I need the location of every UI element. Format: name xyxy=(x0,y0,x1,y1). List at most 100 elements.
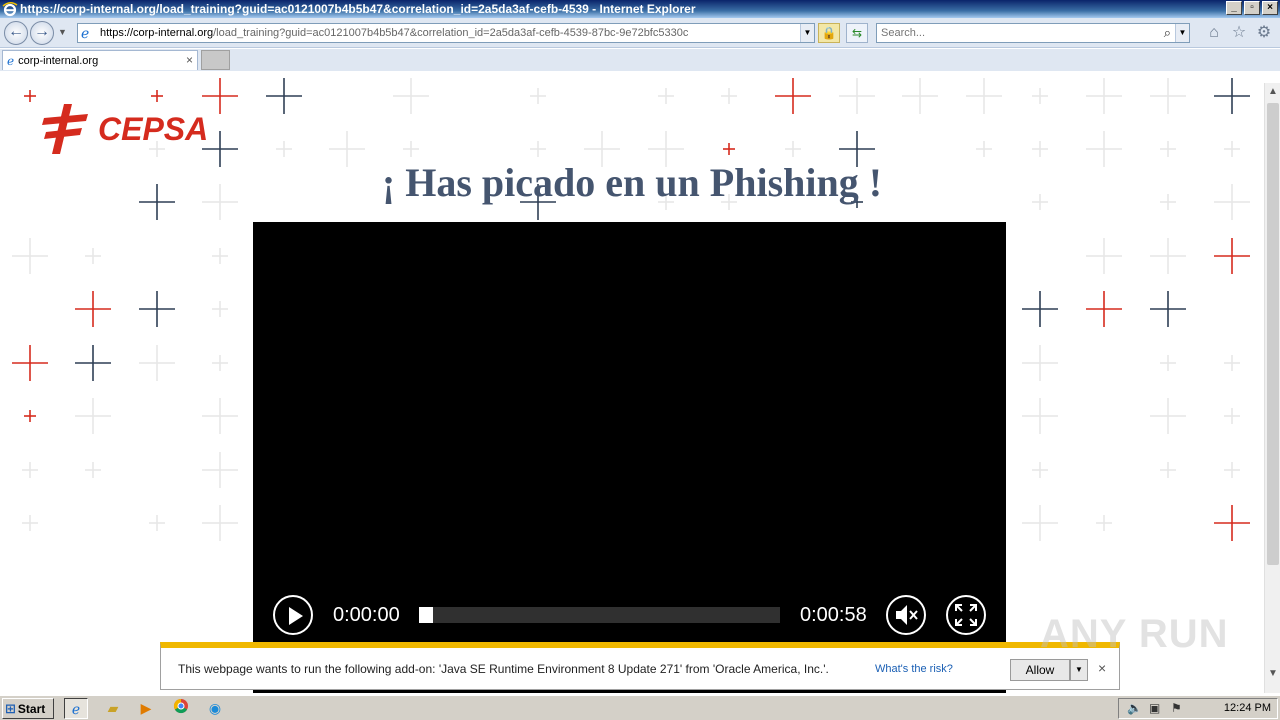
decorative-cross xyxy=(139,291,175,327)
decorative-cross xyxy=(212,355,228,371)
decorative-cross xyxy=(202,452,238,488)
decorative-cross xyxy=(12,345,48,381)
decorative-cross xyxy=(1032,88,1048,104)
decorative-cross xyxy=(1032,141,1048,157)
decorative-cross xyxy=(1022,505,1058,541)
decorative-cross xyxy=(530,88,546,104)
decorative-cross xyxy=(902,78,938,114)
favorites-star-icon[interactable]: ☆ xyxy=(1230,24,1248,42)
arrow-right-icon: → xyxy=(34,23,50,40)
decorative-cross xyxy=(403,141,419,157)
decorative-cross xyxy=(1096,515,1112,531)
decorative-cross xyxy=(75,345,111,381)
scroll-up-icon[interactable]: ▲ xyxy=(1265,83,1280,101)
page-content: CEPSA ¡ Has picado en un Phishing ! 0:00… xyxy=(0,71,1264,693)
search-box[interactable]: ⌕ ▼ xyxy=(876,23,1190,43)
minimize-button[interactable]: _ xyxy=(1226,1,1242,15)
decorative-cross xyxy=(976,141,992,157)
decorative-cross xyxy=(1022,345,1058,381)
allow-dropdown-icon[interactable]: ▼ xyxy=(1070,659,1088,681)
search-icon[interactable]: ⌕ xyxy=(1164,25,1171,41)
cepsa-logo: CEPSA xyxy=(42,104,208,154)
taskbar-chrome-icon[interactable] xyxy=(169,698,193,719)
forward-button[interactable]: → xyxy=(30,21,54,45)
refresh-icon[interactable]: ⇆ xyxy=(846,23,868,43)
page-title: ¡ Has picado en un Phishing ! xyxy=(381,160,883,205)
taskbar-folder-icon[interactable]: ▰ xyxy=(101,698,125,719)
decorative-cross xyxy=(785,141,801,157)
taskbar-ie-icon[interactable]: ℯ xyxy=(64,698,88,719)
new-tab-button[interactable] xyxy=(201,50,230,70)
allow-button[interactable]: Allow xyxy=(1010,659,1070,681)
maximize-button[interactable]: ▫ xyxy=(1244,1,1260,15)
decorative-cross xyxy=(212,248,228,264)
home-icon[interactable]: ⌂ xyxy=(1205,24,1223,42)
decorative-cross xyxy=(966,78,1002,114)
gear-icon[interactable]: ⚙ xyxy=(1255,24,1273,42)
decorative-cross xyxy=(1150,78,1186,114)
action-center-flag-icon[interactable]: ⚑ xyxy=(1171,701,1182,715)
network-icon[interactable]: ▣ xyxy=(1149,701,1160,715)
speaker-muted-icon xyxy=(896,605,918,625)
decorative-cross xyxy=(1214,238,1250,274)
decorative-cross xyxy=(1224,462,1240,478)
video-progress-fill xyxy=(419,607,434,623)
url-host: https://corp-internal.org xyxy=(100,27,214,39)
tab-corp-internal[interactable]: ℯ corp-internal.org × xyxy=(2,50,198,70)
windows-flag-icon: ⊞ xyxy=(5,700,16,716)
play-button[interactable] xyxy=(273,595,313,635)
scroll-thumb[interactable] xyxy=(1267,103,1279,565)
taskbar-clock: 12:24 PM xyxy=(1223,702,1271,714)
notification-message: This webpage wants to run the following … xyxy=(178,662,829,676)
anyrun-watermark: ANY RUN xyxy=(1040,612,1229,656)
decorative-cross xyxy=(1150,238,1186,274)
decorative-cross xyxy=(202,398,238,434)
decorative-cross xyxy=(1086,78,1122,114)
address-bar[interactable]: ℯ https://corp-internal.org/load_trainin… xyxy=(77,23,815,43)
video-total-time: 0:00:58 xyxy=(800,604,867,626)
decorative-cross xyxy=(85,462,101,478)
decorative-cross xyxy=(266,78,302,114)
taskbar: ⊞ Start ℯ ▰ ▶ ◉ 🔈 ▣ ⚑ 12:24 PM xyxy=(0,695,1280,720)
fullscreen-button[interactable] xyxy=(946,595,986,635)
tab-close-icon[interactable]: × xyxy=(186,53,193,67)
taskbar-edge-icon[interactable]: ◉ xyxy=(203,698,227,719)
arrow-left-icon: ← xyxy=(8,23,24,40)
decorative-cross xyxy=(12,238,48,274)
fullscreen-icon xyxy=(955,604,977,626)
address-url[interactable]: https://corp-internal.org/load_training?… xyxy=(100,27,688,39)
tab-bar: ℯ corp-internal.org × xyxy=(0,49,1280,71)
close-window-button[interactable]: × xyxy=(1262,1,1278,15)
decorative-cross xyxy=(24,90,36,102)
mute-button[interactable] xyxy=(886,595,926,635)
decorative-cross xyxy=(1086,291,1122,327)
search-input[interactable] xyxy=(877,27,1157,39)
taskbar-media-player-icon[interactable]: ▶ xyxy=(134,698,158,719)
video-player[interactable]: 0:00:00 0:00:58 xyxy=(253,222,1006,693)
history-dropdown-icon[interactable]: ▼ xyxy=(58,27,67,37)
decorative-cross xyxy=(139,345,175,381)
vertical-scrollbar[interactable]: ▲ ▼ xyxy=(1264,83,1280,693)
scroll-down-icon[interactable]: ▼ xyxy=(1265,665,1280,683)
start-button[interactable]: ⊞ Start xyxy=(2,698,54,719)
decorative-cross xyxy=(85,248,101,264)
volume-icon[interactable]: 🔈 xyxy=(1127,701,1142,715)
url-path: /load_training?guid=ac0121007b4b5b47&cor… xyxy=(213,27,689,39)
decorative-cross xyxy=(658,88,674,104)
notification-close-icon[interactable]: × xyxy=(1098,660,1106,676)
whats-the-risk-link[interactable]: What's the risk? xyxy=(875,663,953,675)
navigation-bar: ← → ▼ ℯ https://corp-internal.org/load_t… xyxy=(0,18,1280,48)
cepsa-mark-icon xyxy=(42,104,88,154)
search-dropdown-icon[interactable]: ▼ xyxy=(1175,24,1189,42)
decorative-cross xyxy=(775,78,811,114)
tab-label: corp-internal.org xyxy=(18,54,99,67)
video-progress-bar[interactable] xyxy=(419,607,780,623)
back-button[interactable]: ← xyxy=(4,21,28,45)
tab-favicon-icon: ℯ xyxy=(7,53,15,68)
decorative-cross xyxy=(212,301,228,317)
decorative-cross xyxy=(149,515,165,531)
decorative-cross xyxy=(1150,291,1186,327)
lock-icon[interactable]: 🔒 xyxy=(818,23,840,43)
window-controls: _ ▫ × xyxy=(1226,1,1278,15)
address-dropdown-icon[interactable]: ▼ xyxy=(800,24,814,42)
